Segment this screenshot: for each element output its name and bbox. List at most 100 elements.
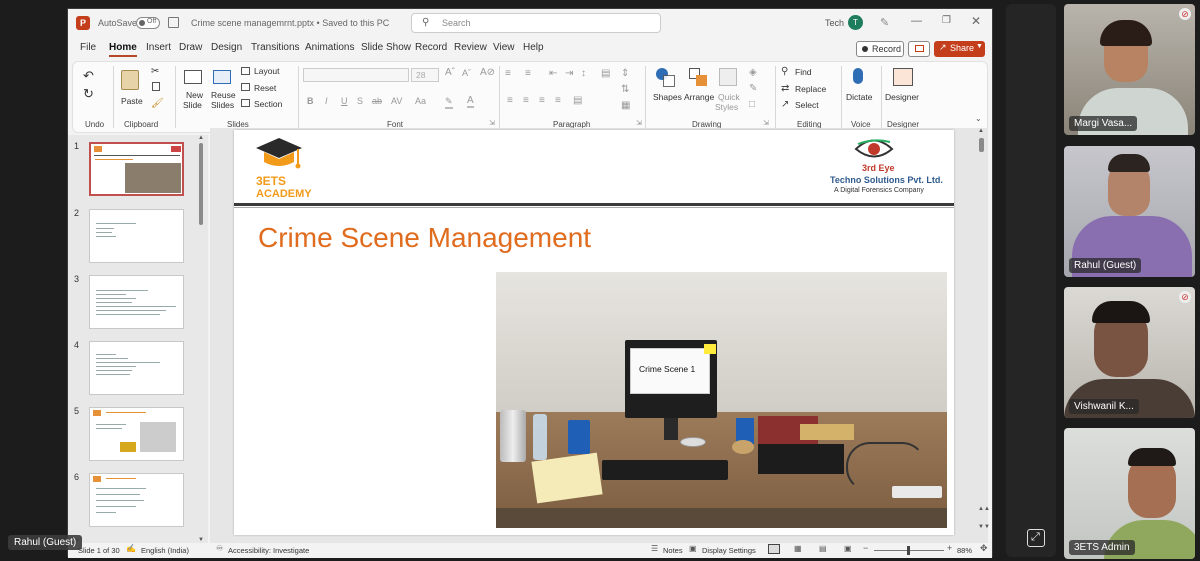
zoom-level[interactable]: 88% [957,546,972,555]
slide-thumbnail-3[interactable] [89,275,184,329]
increase-font-icon[interactable]: Aˆ [445,67,455,78]
italic-icon[interactable]: I [325,96,328,106]
paste-label[interactable]: Paste [121,96,143,106]
tab-review[interactable]: Review [454,42,487,53]
slide-1[interactable]: 3ETS ACADEMY 3rd Eye Techno Solutions Pv… [234,130,954,535]
normal-view-icon[interactable] [768,544,780,554]
new-slide-icon[interactable] [184,70,202,84]
find-icon[interactable]: ⚲ [781,66,788,77]
comments-button[interactable] [908,41,930,57]
redo-icon[interactable]: ↻ [83,86,94,102]
reuse-slides-label-1[interactable]: Reuse [211,90,236,100]
justify-icon[interactable]: ≡ [555,95,561,106]
numbering-icon[interactable]: ≡ [525,68,531,79]
new-slide-label-1[interactable]: New [186,90,203,100]
arrange-icon[interactable] [689,68,709,88]
slide-thumbnail-6[interactable] [89,473,184,527]
tab-slide-show[interactable]: Slide Show [361,42,411,53]
decrease-font-icon[interactable]: Aˇ [462,68,471,78]
fit-slide-icon[interactable]: ✥ [980,543,988,554]
next-slide-icon[interactable]: ▼▼ [978,524,990,530]
decrease-indent-icon[interactable]: ⇤ [549,68,557,79]
crime-scene-photo[interactable]: Crime Scene 1 [496,272,947,528]
tab-file[interactable]: File [80,42,96,53]
slide-scrollbar[interactable]: ▲ ▲▲ ▼▼ [978,128,990,534]
participant-tile-2[interactable]: Rahul (Guest) [1064,146,1195,277]
arrange-label[interactable]: Arrange [684,92,714,102]
bullets-icon[interactable]: ≡ [505,68,511,79]
search-box[interactable]: ⚲ Search [411,13,661,33]
notes-button[interactable]: Notes [663,546,683,555]
tab-transitions[interactable]: Transitions [251,42,300,53]
slide-title[interactable]: Crime Scene Management [258,222,591,254]
scrollbar-thumb[interactable] [979,138,984,152]
distribute-icon[interactable]: ▤ [573,95,582,106]
thumbnails-scrollbar[interactable]: ▲ ▼ [198,135,204,543]
columns-icon[interactable]: ▤ [601,68,610,79]
increase-indent-icon[interactable]: ⇥ [565,68,573,79]
record-button[interactable]: Record [856,41,904,57]
slideshow-icon[interactable]: ▣ [844,544,852,553]
language-indicator[interactable]: English (India) [141,546,189,555]
accessibility-icon[interactable]: ♾ [216,544,223,553]
text-direction-icon[interactable]: ⇕ [621,68,629,79]
paragraph-dialog-icon[interactable]: ⇲ [636,119,642,127]
accessibility-status[interactable]: Accessibility: Investigate [228,546,309,555]
select-button[interactable]: Select [795,100,819,110]
font-size-input[interactable]: 28 [411,68,439,82]
restore-icon[interactable]: ❐ [942,15,951,26]
bold-icon[interactable]: B [307,96,314,106]
replace-icon[interactable]: ⇄ [781,83,789,94]
tab-home[interactable]: Home [109,42,137,57]
prev-slide-icon[interactable]: ▲▲ [978,506,990,512]
scroll-up-icon[interactable]: ▲ [198,135,204,141]
save-icon[interactable] [168,17,179,28]
pen-icon[interactable]: ✎ [880,16,889,29]
notes-icon[interactable]: ☰ [651,544,658,553]
reuse-slides-label-2[interactable]: Slides [211,100,234,110]
format-painter-icon[interactable]: 🖌 [151,98,164,109]
display-settings-button[interactable]: Display Settings [702,546,756,555]
user-avatar[interactable]: T [848,15,863,30]
clear-formatting-icon[interactable]: A⊘ [480,67,495,78]
share-button[interactable]: ↗ Share ▼ [934,41,985,57]
shape-effects-icon[interactable]: □ [749,99,755,110]
shape-outline-icon[interactable]: ✎ [749,83,757,94]
find-button[interactable]: Find [795,67,812,77]
replace-button[interactable]: Replace [795,84,826,94]
tab-insert[interactable]: Insert [146,42,171,53]
designer-button[interactable]: Designer [885,92,919,102]
slide-sorter-icon[interactable]: ▦ [794,544,802,553]
quick-styles-label-2[interactable]: Styles [715,102,738,112]
new-slide-label-2[interactable]: Slide [183,100,202,110]
highlight-icon[interactable]: ✎ [445,96,453,109]
close-icon[interactable]: ✕ [971,14,981,28]
spelling-icon[interactable]: ✍ [126,544,136,553]
zoom-slider-thumb[interactable] [907,546,910,555]
strikethrough-icon[interactable]: ab [372,96,382,106]
tab-design[interactable]: Design [211,42,242,53]
shadow-icon[interactable]: S [357,96,363,106]
smartart-icon[interactable]: ▦ [621,100,630,111]
line-spacing-icon[interactable]: ↕ [581,68,586,79]
scrollbar-thumb[interactable] [199,143,203,225]
align-center-icon[interactable]: ≡ [523,95,529,106]
autosave-toggle[interactable]: Off [136,17,160,29]
minimize-icon[interactable]: — [911,15,922,27]
layout-icon[interactable] [241,67,250,75]
shapes-icon[interactable] [656,68,676,88]
tab-help[interactable]: Help [523,42,544,53]
section-icon[interactable] [241,99,250,107]
slide-thumbnail-5[interactable] [89,407,184,461]
reset-icon[interactable] [241,83,250,91]
designer-icon[interactable] [893,68,913,86]
slide-thumbnail-2[interactable] [89,209,184,263]
quick-styles-label-1[interactable]: Quick [718,92,740,102]
char-spacing-icon[interactable]: AV [391,96,402,106]
change-case-icon[interactable]: Aa [415,96,426,106]
font-dialog-icon[interactable]: ⇲ [489,119,495,127]
participant-tile-1[interactable]: ⊘ Margi Vasa... [1064,4,1195,135]
participant-tile-3[interactable]: ⊘ Vishwanil K... [1064,287,1195,418]
align-right-icon[interactable]: ≡ [539,95,545,106]
section-button[interactable]: Section [254,99,282,109]
